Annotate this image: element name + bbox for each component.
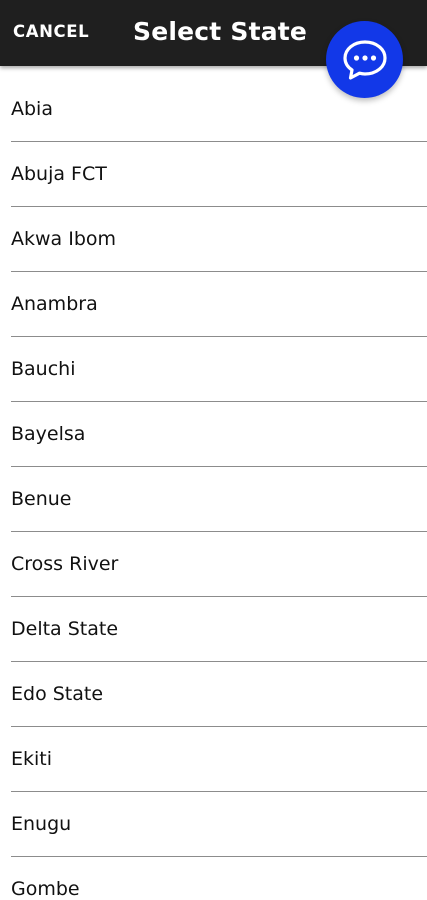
list-item-label: Cross River — [11, 553, 119, 575]
list-item[interactable]: Enugu — [11, 792, 427, 857]
list-item-label: Enugu — [11, 813, 72, 835]
list-item-label: Benue — [11, 488, 72, 510]
list-item-label: Delta State — [11, 618, 119, 640]
list-item-label: Bayelsa — [11, 423, 86, 445]
list-item[interactable]: Cross River — [11, 532, 427, 597]
chat-button[interactable] — [326, 21, 403, 98]
list-item-label: Abuja FCT — [11, 163, 107, 185]
app: CANCEL Select State Abia Abuja FCT Akwa … — [0, 0, 427, 900]
list-item[interactable]: Bauchi — [11, 337, 427, 402]
list-item-label: Edo State — [11, 683, 104, 705]
page-title: Select State — [133, 17, 308, 46]
list-item[interactable]: Bayelsa — [11, 402, 427, 467]
list-item-label: Bauchi — [11, 358, 76, 380]
list-item-label: Akwa Ibom — [11, 228, 117, 250]
list-item[interactable]: Abuja FCT — [11, 142, 427, 207]
list-item[interactable]: Ekiti — [11, 727, 427, 792]
list-item-label: Anambra — [11, 293, 98, 315]
list-item-label: Ekiti — [11, 748, 53, 770]
chat-bubble-icon — [343, 40, 387, 80]
list-item[interactable]: Edo State — [11, 662, 427, 727]
cancel-button[interactable]: CANCEL — [13, 20, 89, 44]
list-item[interactable]: Anambra — [11, 272, 427, 337]
state-list: Abia Abuja FCT Akwa Ibom Anambra Bauchi … — [0, 66, 427, 900]
list-item[interactable]: Gombe — [11, 857, 427, 900]
list-item-label: Gombe — [11, 878, 80, 900]
list-item[interactable]: Akwa Ibom — [11, 207, 427, 272]
list-item[interactable]: Benue — [11, 467, 427, 532]
list-item[interactable]: Delta State — [11, 597, 427, 662]
list-item-label: Abia — [11, 98, 53, 120]
